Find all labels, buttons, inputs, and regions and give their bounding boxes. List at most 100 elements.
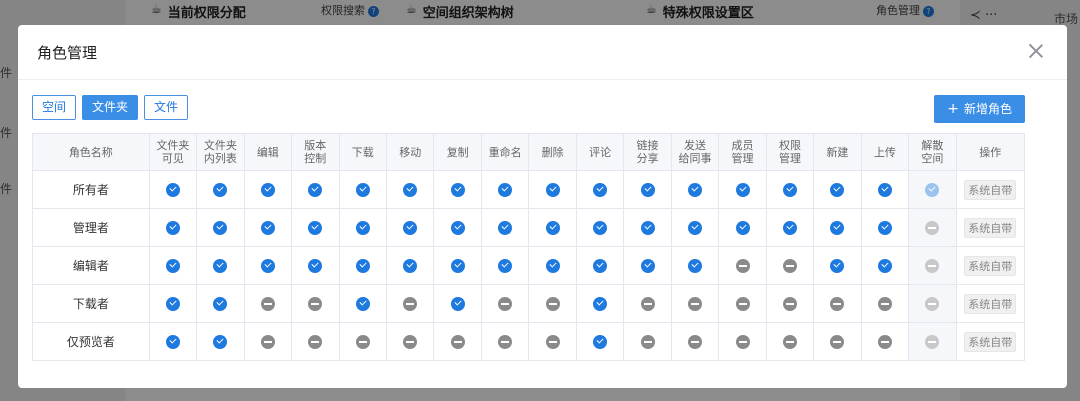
check-circle-icon[interactable] — [450, 258, 465, 273]
minus-circle-icon[interactable] — [403, 296, 418, 311]
minus-circle-icon[interactable] — [498, 334, 513, 349]
minus-circle-icon[interactable] — [545, 334, 560, 349]
check-circle-icon[interactable] — [213, 334, 228, 349]
check-circle-icon[interactable] — [545, 182, 560, 197]
minus-circle-icon[interactable] — [877, 296, 892, 311]
minus-circle-icon[interactable] — [403, 334, 418, 349]
system-builtin-tag: 系统自带 — [964, 255, 1017, 276]
check-circle-icon[interactable] — [593, 334, 608, 349]
check-circle-icon[interactable] — [450, 182, 465, 197]
check-circle-icon[interactable] — [308, 220, 323, 235]
check-circle-icon[interactable] — [355, 296, 370, 311]
minus-circle-icon[interactable] — [688, 296, 703, 311]
check-circle-icon[interactable] — [782, 182, 797, 197]
permission-cell — [433, 246, 482, 285]
check-circle-icon[interactable] — [213, 296, 228, 311]
minus-circle-icon[interactable] — [688, 334, 703, 349]
minus-circle-icon[interactable] — [498, 296, 513, 311]
check-circle-icon[interactable] — [308, 182, 323, 197]
check-circle-icon[interactable] — [165, 334, 180, 349]
permission-cell — [433, 208, 482, 247]
check-circle-icon[interactable] — [355, 220, 370, 235]
check-circle-icon[interactable] — [403, 220, 418, 235]
check-circle-icon[interactable] — [688, 258, 703, 273]
minus-circle-icon[interactable] — [735, 296, 750, 311]
check-circle-icon[interactable] — [165, 258, 180, 273]
minus-circle-icon[interactable] — [782, 296, 797, 311]
check-circle-icon[interactable] — [165, 296, 180, 311]
permission-cell — [291, 246, 340, 285]
check-circle-icon[interactable] — [403, 182, 418, 197]
check-circle-icon[interactable] — [593, 220, 608, 235]
minus-circle-icon[interactable] — [260, 334, 275, 349]
check-circle-icon[interactable] — [260, 258, 275, 273]
check-circle-icon[interactable] — [593, 182, 608, 197]
action-cell: 系统自带 — [955, 246, 1026, 285]
check-circle-icon[interactable] — [450, 296, 465, 311]
check-circle-icon[interactable] — [545, 258, 560, 273]
check-circle-icon[interactable] — [688, 182, 703, 197]
minus-circle-icon[interactable] — [782, 258, 797, 273]
check-circle-icon[interactable] — [308, 258, 323, 273]
minus-circle-icon[interactable] — [830, 296, 845, 311]
permission-cell — [670, 322, 720, 361]
check-circle-icon[interactable] — [593, 258, 608, 273]
minus-circle-icon[interactable] — [735, 258, 750, 273]
check-circle-icon[interactable] — [877, 220, 892, 235]
minus-circle-icon[interactable] — [308, 334, 323, 349]
check-circle-icon[interactable] — [450, 220, 465, 235]
minus-circle-icon[interactable] — [640, 296, 655, 311]
minus-circle-icon[interactable] — [640, 334, 655, 349]
check-circle-icon[interactable] — [735, 182, 750, 197]
check-circle-icon[interactable] — [498, 220, 513, 235]
plus-icon: + — [947, 101, 959, 117]
minus-circle-icon[interactable] — [735, 334, 750, 349]
check-circle-icon[interactable] — [830, 220, 845, 235]
check-circle-icon[interactable] — [640, 220, 655, 235]
minus-circle-icon[interactable] — [355, 334, 370, 349]
permission-cell — [908, 284, 957, 323]
check-circle-icon[interactable] — [735, 220, 750, 235]
type-tab-1[interactable]: 文件夹 — [82, 95, 139, 120]
check-circle-icon[interactable] — [165, 220, 180, 235]
minus-circle-icon[interactable] — [545, 296, 560, 311]
minus-circle-icon[interactable] — [830, 334, 845, 349]
check-circle-icon[interactable] — [498, 258, 513, 273]
check-circle-icon[interactable] — [877, 182, 892, 197]
minus-circle-icon[interactable] — [877, 334, 892, 349]
close-icon[interactable] — [1027, 42, 1045, 60]
check-circle-icon[interactable] — [782, 220, 797, 235]
minus-circle-icon[interactable] — [450, 334, 465, 349]
check-circle-icon[interactable] — [830, 258, 845, 273]
check-circle-icon[interactable] — [830, 182, 845, 197]
check-circle-icon[interactable] — [355, 258, 370, 273]
check-circle-icon[interactable] — [213, 220, 228, 235]
type-tab-0[interactable]: 空间 — [32, 95, 77, 120]
check-circle-icon[interactable] — [545, 220, 560, 235]
check-circle-icon[interactable] — [498, 182, 513, 197]
add-role-button[interactable]: + 新增角色 — [934, 95, 1025, 123]
check-circle-icon[interactable] — [260, 182, 275, 197]
permission-cell — [338, 284, 387, 323]
permission-cell — [338, 170, 387, 209]
permission-cell — [385, 208, 435, 247]
check-circle-icon[interactable] — [213, 182, 228, 197]
check-circle-icon[interactable] — [165, 182, 180, 197]
check-circle-icon[interactable] — [403, 258, 418, 273]
check-circle-icon[interactable] — [688, 220, 703, 235]
minus-circle-icon[interactable] — [260, 296, 275, 311]
check-circle-icon[interactable] — [640, 182, 655, 197]
check-circle-icon[interactable] — [355, 182, 370, 197]
check-circle-icon[interactable] — [260, 220, 275, 235]
check-circle-icon[interactable] — [640, 258, 655, 273]
minus-circle-icon[interactable] — [782, 334, 797, 349]
minus-circle-icon[interactable] — [308, 296, 323, 311]
check-circle-icon[interactable] — [877, 258, 892, 273]
type-tab-2[interactable]: 文件 — [144, 95, 189, 120]
action-cell: 系统自带 — [955, 170, 1026, 209]
check-circle-icon[interactable] — [213, 258, 228, 273]
column-header-2: 文件夹 内列表 — [196, 133, 245, 171]
permission-cell — [480, 246, 530, 285]
check-circle-icon[interactable] — [593, 296, 608, 311]
permission-cell — [575, 284, 625, 323]
